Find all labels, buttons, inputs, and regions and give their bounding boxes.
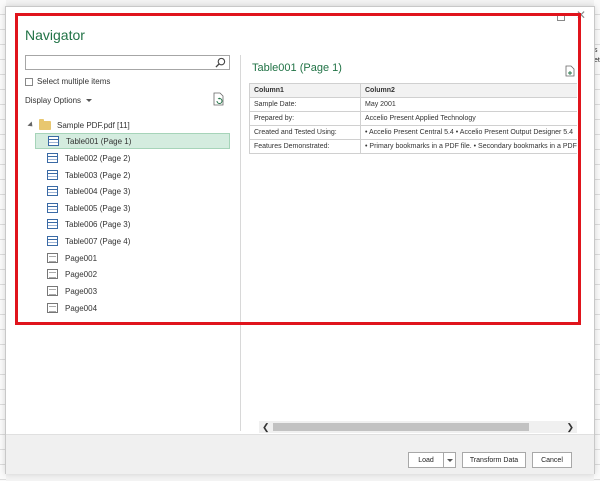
- table-row: Sample Date: May 2001: [249, 97, 577, 112]
- preview-table-container: Column1 Column2 Sample Date: May 2001 Pr…: [249, 83, 577, 155]
- tree-item-page002[interactable]: Page002: [35, 266, 230, 282]
- column-header[interactable]: Column2: [360, 83, 577, 98]
- tree-item-label: Table001 (Page 1): [66, 136, 132, 146]
- table-cell: Prepared by:: [249, 111, 361, 126]
- scrollbar-thumb[interactable]: [273, 423, 529, 431]
- navigator-left-pane: Select multiple items Display Options Sa…: [25, 55, 230, 427]
- table-icon: [47, 236, 58, 246]
- tree-item-label: Page003: [65, 286, 98, 296]
- preview-table: Column1 Column2 Sample Date: May 2001 Pr…: [249, 83, 577, 154]
- table-icon: [47, 203, 58, 213]
- table-row: Prepared by: Accelio Present Applied Tec…: [249, 111, 577, 126]
- load-button[interactable]: Load: [408, 452, 444, 468]
- table-row: Features Demonstrated: • Primary bookmar…: [249, 139, 577, 154]
- tree-item-label: Page004: [65, 303, 98, 313]
- display-options-label: Display Options: [25, 96, 82, 105]
- column-header[interactable]: Column1: [249, 83, 361, 98]
- tree-item-page004[interactable]: Page004: [35, 300, 230, 316]
- tree-root-file[interactable]: Sample PDF.pdf [11]: [27, 118, 130, 132]
- tree-item-label: Table004 (Page 3): [65, 186, 131, 196]
- tree-item-label: Page002: [65, 269, 98, 279]
- table-icon: [47, 219, 58, 229]
- page-icon: [47, 286, 58, 296]
- dialog-title: Navigator: [25, 27, 85, 43]
- tree-item-table001[interactable]: Table001 (Page 1): [35, 133, 230, 149]
- expand-triangle-icon[interactable]: [27, 121, 35, 129]
- transform-data-button[interactable]: Transform Data: [462, 452, 526, 468]
- table-cell: Accelio Present Applied Technology: [360, 111, 577, 126]
- select-multiple-row[interactable]: Select multiple items: [25, 77, 110, 86]
- tree-root-label: Sample PDF.pdf [11]: [57, 120, 130, 130]
- display-options-dropdown[interactable]: Display Options: [25, 96, 93, 105]
- table-icon: [47, 170, 58, 180]
- table-row: Created and Tested Using: • Accelio Pres…: [249, 125, 577, 140]
- table-cell: Features Demonstrated:: [249, 139, 361, 154]
- dialog-footer: Load Transform Data Cancel: [6, 434, 594, 474]
- page-icon: [47, 253, 58, 263]
- load-dropdown-button[interactable]: [444, 452, 456, 468]
- table-icon: [48, 136, 59, 146]
- table-cell: May 2001: [360, 97, 577, 112]
- page-icon: [47, 269, 58, 279]
- tree-item-label: Table003 (Page 2): [65, 170, 131, 180]
- table-header-row: Column1 Column2: [249, 83, 577, 98]
- tree-item-label: Table007 (Page 4): [65, 236, 131, 246]
- table-cell: Created and Tested Using:: [249, 125, 361, 140]
- tree-item-label: Table005 (Page 3): [65, 203, 131, 213]
- tree-item-table006[interactable]: Table006 (Page 3): [35, 216, 230, 232]
- table-cell: Sample Date:: [249, 97, 361, 112]
- close-icon[interactable]: ✕: [576, 8, 586, 22]
- scroll-left-icon[interactable]: ❮: [262, 422, 270, 433]
- table-cell: • Accelio Present Central 5.4 • Accelio …: [360, 125, 577, 140]
- tree-item-table004[interactable]: Table004 (Page 3): [35, 183, 230, 199]
- tree-item-page003[interactable]: Page003: [35, 283, 230, 299]
- horizontal-scrollbar[interactable]: ❮ ❯: [259, 421, 577, 433]
- tree-item-label: Table002 (Page 2): [65, 153, 131, 163]
- export-icon[interactable]: [565, 65, 575, 77]
- scroll-right-icon[interactable]: ❯: [566, 422, 574, 433]
- table-cell: • Primary bookmarks in a PDF file. • Sec…: [360, 139, 577, 154]
- tree-item-table002[interactable]: Table002 (Page 2): [35, 150, 230, 166]
- table-icon: [47, 186, 58, 196]
- tree-item-table007[interactable]: Table007 (Page 4): [35, 233, 230, 249]
- maximize-icon[interactable]: [557, 13, 565, 21]
- search-icon[interactable]: [215, 57, 226, 68]
- table-icon: [47, 153, 58, 163]
- tree-item-label: Page001: [65, 253, 98, 263]
- preview-title: Table001 (Page 1): [252, 62, 342, 74]
- tree-item-table003[interactable]: Table003 (Page 2): [35, 167, 230, 183]
- chevron-down-icon: [446, 458, 453, 462]
- select-multiple-label: Select multiple items: [37, 77, 111, 86]
- refresh-icon[interactable]: [213, 92, 225, 106]
- search-input[interactable]: [25, 55, 230, 70]
- tree-item-page001[interactable]: Page001: [35, 250, 230, 266]
- folder-icon: [39, 118, 51, 130]
- cancel-button[interactable]: Cancel: [532, 452, 572, 468]
- chevron-down-icon: [86, 99, 93, 102]
- tree-item-table005[interactable]: Table005 (Page 3): [35, 200, 230, 216]
- page-icon: [47, 303, 58, 313]
- tree-item-label: Table006 (Page 3): [65, 219, 131, 229]
- select-multiple-checkbox[interactable]: [25, 77, 33, 86]
- navigator-dialog: ✕ Navigator Select multiple items Displa…: [5, 6, 595, 474]
- pane-divider[interactable]: [240, 55, 241, 431]
